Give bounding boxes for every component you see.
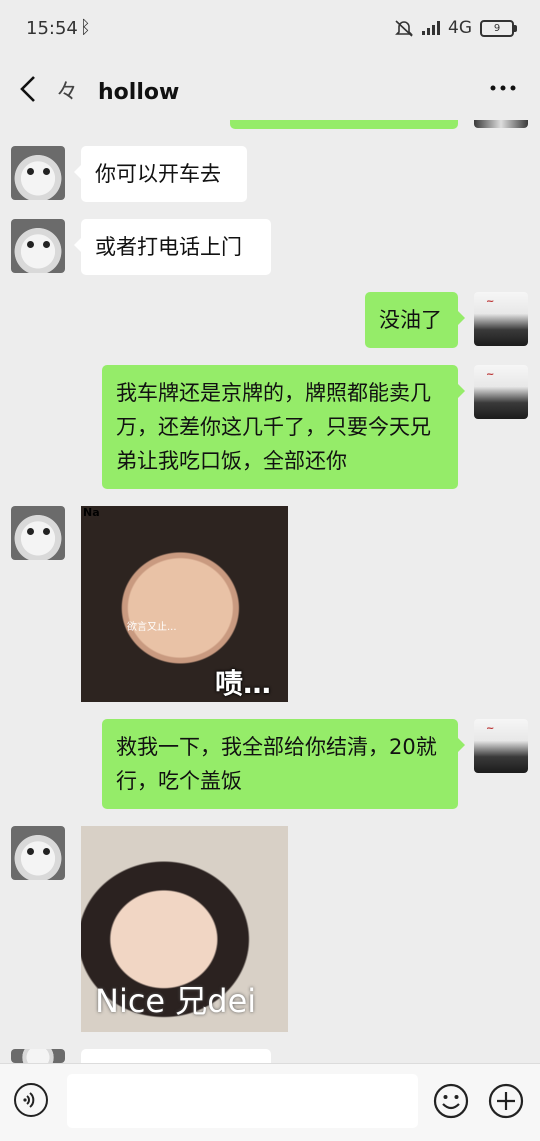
message-bubble[interactable]: 我车牌还是京牌的，牌照都能卖几万，还差你这几千了，只要今天兄弟让我吃口饭，全部还… — [102, 365, 465, 489]
battery-level: 9 — [493, 22, 501, 34]
contact-avatar[interactable] — [11, 826, 65, 880]
message-text: 我车牌还是京牌的，牌照都能卖几万，还差你这几千了，只要今天兄弟让我吃口饭，全部还… — [116, 381, 431, 473]
network-type: 4G — [448, 18, 472, 38]
status-time: 15:54 — [26, 18, 78, 39]
message-bubble[interactable]: 你可以开车去 — [74, 146, 247, 202]
status-bar: 15:54 ᛒ 4G 9 — [0, 0, 540, 58]
sticker-image[interactable]: Na 欲言又止... 啧… — [81, 506, 288, 702]
avatar-logo: ~ — [486, 723, 495, 734]
emoji-button-icon[interactable] — [433, 1083, 469, 1119]
message-text: 没油了 — [379, 308, 442, 332]
message-text: 救我一下，我全部给你结清，20就行，吃个盖饭 — [116, 735, 437, 793]
status-icons: 4G 9 — [394, 18, 517, 38]
input-bar — [0, 1063, 540, 1141]
partial-bubble — [230, 120, 458, 129]
chat-title: 々 hollow — [56, 74, 179, 106]
battery-icon: 9 — [480, 19, 517, 37]
bluetooth-icon: ᛒ — [80, 17, 91, 38]
contact-avatar[interactable] — [11, 219, 65, 273]
sticker-caption: 啧… — [215, 667, 272, 700]
signal-icon — [422, 21, 440, 35]
my-avatar[interactable]: ~ — [474, 292, 528, 346]
voice-input-button[interactable] — [14, 1083, 48, 1117]
message-text: 你可以开车去 — [95, 162, 221, 186]
message-bubble[interactable]: 或者打电话上门 — [74, 219, 271, 275]
contact-name: hollow — [98, 80, 180, 105]
message-bubble[interactable] — [81, 1049, 271, 1063]
voice-icon — [23, 1092, 35, 1108]
contact-avatar[interactable] — [11, 146, 65, 200]
message-input[interactable] — [67, 1074, 418, 1128]
contact-avatar[interactable] — [11, 1049, 65, 1063]
mute-bell-icon — [395, 20, 413, 37]
my-avatar[interactable]: ~ — [474, 719, 528, 773]
my-avatar[interactable]: ~ — [474, 365, 528, 419]
contact-avatar[interactable] — [11, 506, 65, 560]
sticker-corner-text: Na — [83, 506, 100, 519]
sticker-caption-small: 欲言又止... — [127, 622, 177, 633]
partial-avatar — [474, 120, 528, 128]
message-bubble[interactable]: 没油了 — [365, 292, 465, 348]
avatar-logo: ~ — [486, 369, 495, 380]
sticker-caption: Nice 兄dei — [95, 982, 257, 1020]
message-bubble[interactable]: 救我一下，我全部给你结清，20就行，吃个盖饭 — [102, 719, 465, 809]
title-symbol: 々 — [56, 80, 79, 105]
chat-header: 々 hollow — [0, 58, 540, 120]
avatar-logo: ~ — [486, 296, 495, 307]
sticker-image[interactable]: Nice 兄dei — [81, 826, 288, 1032]
more-options-icon[interactable] — [488, 76, 518, 100]
more-functions-plus-icon[interactable] — [488, 1083, 524, 1119]
message-text: 或者打电话上门 — [95, 235, 242, 259]
back-arrow-icon[interactable] — [14, 72, 44, 106]
